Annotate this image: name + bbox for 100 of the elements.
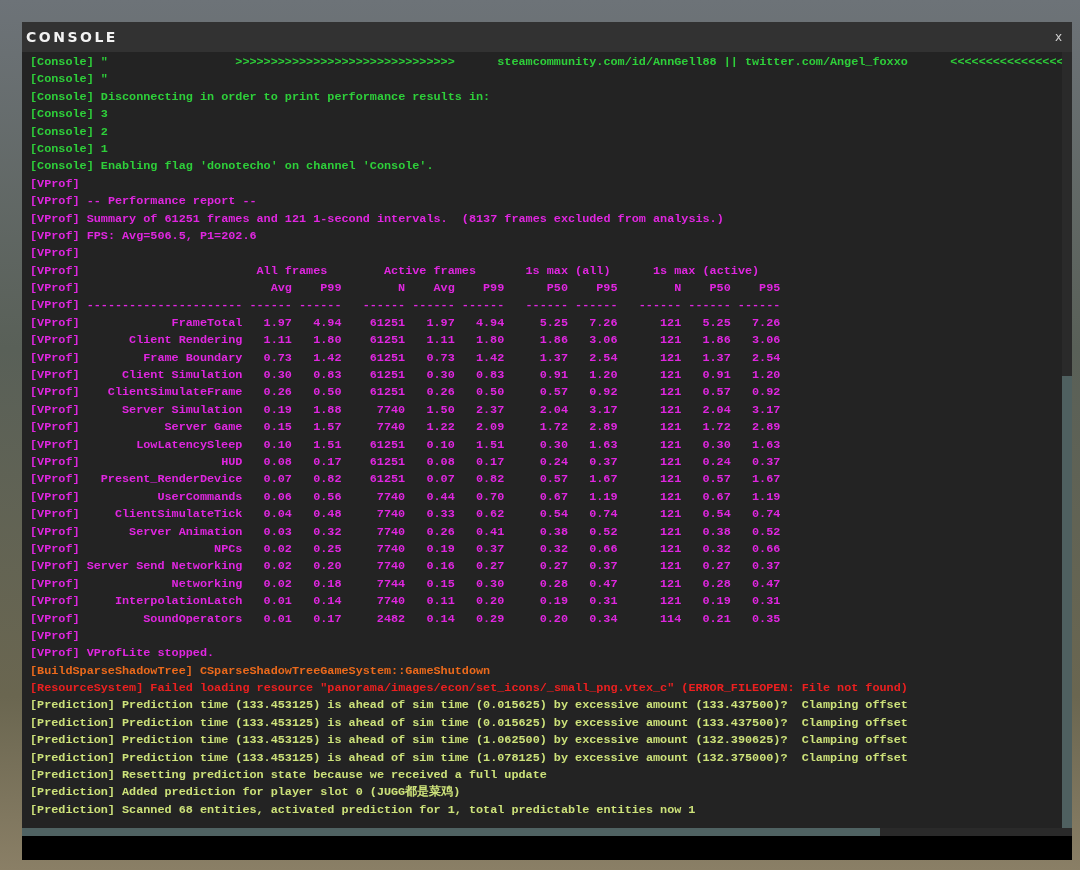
log-tag: [VProf] <box>30 297 80 315</box>
row-label: Server Animation <box>128 523 243 541</box>
table-cell-text: 1.80 <box>312 332 342 350</box>
table-cell-text: 0.29 <box>474 610 505 628</box>
table-cell-text: 7.26 <box>751 314 781 332</box>
log-tag: [VProf] <box>30 610 80 628</box>
log-tag: [VProf] <box>30 175 80 194</box>
row-label: Server Simulation <box>121 401 243 419</box>
table-cell-text: 2.37 <box>474 401 505 419</box>
table-cell-text: 0.32 <box>538 540 568 558</box>
table-cell-text: 0.66 <box>751 540 781 558</box>
table-cell-text: 0.47 <box>588 575 618 593</box>
scrollbar-thumb[interactable] <box>1062 376 1072 828</box>
log-message: Scanned 68 entities, activated prediction for 1, total predictable entities now 1 <box>122 801 696 819</box>
log-message: 2 <box>100 123 108 141</box>
log-tag: [Console] <box>30 88 94 107</box>
table-cell-text: 0.82 <box>312 471 342 489</box>
table-cell-text: 61251 <box>368 454 406 471</box>
row-label: ClientSimulateTick <box>113 506 243 524</box>
log-tag: [VProf] <box>30 627 80 646</box>
row-label: ---------------------- <box>86 297 243 315</box>
table-cell-text: 1.51 <box>474 436 505 454</box>
log-tag: [Prediction] <box>30 697 115 715</box>
horizontal-scrollbar[interactable] <box>22 828 1072 836</box>
table-cell: ------ <box>575 297 618 315</box>
log-tag: [Console] <box>30 140 94 159</box>
table-cell-text: 2.09 <box>474 419 505 437</box>
window-title: CONSOLE <box>26 29 118 45</box>
table-cell-text: 0.91 <box>538 367 568 385</box>
table-cell-text: 0.14 <box>425 610 455 628</box>
log-tag: [VProf] <box>30 210 80 228</box>
table-cell-text: 0.37 <box>751 558 781 576</box>
table-cell-text: 0.01 <box>262 610 292 628</box>
table-cell-text: 1.42 <box>312 349 342 367</box>
table-cell: ------ <box>525 297 568 315</box>
table-cell-text: 0.32 <box>312 523 342 541</box>
log-tag: [VProf] <box>30 262 80 281</box>
table-cell-text: 1.72 <box>701 419 731 437</box>
table-cell-text: 0.10 <box>425 436 455 454</box>
log-tag: [Prediction] <box>30 749 115 767</box>
close-button[interactable]: x <box>1052 30 1064 44</box>
table-cell-text: 1.11 <box>262 332 292 350</box>
table-cell-text: 3.06 <box>751 332 781 350</box>
table-cell-text: P99 <box>482 280 505 298</box>
table-cell-text: 0.57 <box>538 384 568 402</box>
table-cell-text: 121 <box>658 436 682 454</box>
table-cell: ------ <box>638 297 682 315</box>
table-cell-text: 0.11 <box>425 593 455 611</box>
table-cell-text: 0.30 <box>425 367 455 385</box>
table-cell-text: 2482 <box>375 610 406 628</box>
log-tag: [VProf] <box>30 245 80 263</box>
log-tag: [VProf] <box>30 645 80 663</box>
table-cell-text: 0.54 <box>701 506 731 524</box>
console-input[interactable] <box>22 836 1072 860</box>
table-cell-text: 1.19 <box>751 488 781 506</box>
table-cell-text: 0.17 <box>312 610 342 628</box>
table-cell-text: 1.11 <box>425 332 455 350</box>
scrollbar-thumb[interactable] <box>22 828 880 836</box>
log-tag: [ResourceSystem] <box>30 680 144 698</box>
table-cell-text: N <box>397 280 406 298</box>
table-cell-text: 0.66 <box>588 540 618 558</box>
table-cell-text: P95 <box>595 280 618 298</box>
table-cell-text: 1.37 <box>701 349 731 367</box>
table-cell-text: 0.47 <box>751 575 781 593</box>
table-cell-text: 0.17 <box>474 454 505 471</box>
table-cell-text: 0.10 <box>262 436 292 454</box>
log-tag: [VProf] <box>30 471 80 489</box>
table-cell-text: 0.44 <box>425 488 455 506</box>
log-message: Prediction time (133.453125) is ahead of sim time (1.062500) by excessive amount (132.390625)? Clamping offset <box>122 732 908 750</box>
row-label: NPCs <box>213 540 243 558</box>
table-cell: ------ <box>362 297 406 315</box>
table-cell-text: 1.63 <box>588 436 618 454</box>
table-cell-text: 0.03 <box>262 523 292 541</box>
table-cell-text: 0.28 <box>701 575 731 593</box>
table-cell-text: 0.02 <box>262 540 292 558</box>
table-cell-text: 0.30 <box>538 436 568 454</box>
table-cell-text: 0.33 <box>425 506 455 524</box>
log-message: Added prediction for player slot 0 (JUGG都是菜鸡) <box>122 784 461 802</box>
table-cell-text: 1.67 <box>751 471 781 489</box>
table-cell-text: 0.07 <box>425 471 455 489</box>
vertical-scrollbar[interactable] <box>1062 52 1072 828</box>
log-tag: [Console] <box>30 54 94 72</box>
table-cell-text: 4.94 <box>312 314 342 332</box>
table-cell-text: 1.67 <box>588 471 618 489</box>
row-label: Networking <box>170 575 243 593</box>
table-cell-text: 7740 <box>375 523 406 541</box>
table-cell-text: Avg <box>432 280 455 298</box>
log-tag: [Console] <box>30 71 94 89</box>
table-cell-text: 3.06 <box>588 332 618 350</box>
table-cell-text: 0.48 <box>312 506 342 524</box>
table-cell-text: 0.52 <box>751 523 781 541</box>
table-cell-text: 1.86 <box>538 332 568 350</box>
table-cell-text: 0.04 <box>262 506 292 524</box>
table-cell: ------ <box>737 297 781 315</box>
table-cell-text: 0.26 <box>425 384 455 402</box>
table-cell-text: 2.89 <box>751 419 781 437</box>
log-tag: [VProf] <box>30 488 80 507</box>
column-group-header: All frames <box>255 262 329 280</box>
table-cell-text: 0.02 <box>262 575 292 593</box>
log-tag: [VProf] <box>30 193 80 211</box>
